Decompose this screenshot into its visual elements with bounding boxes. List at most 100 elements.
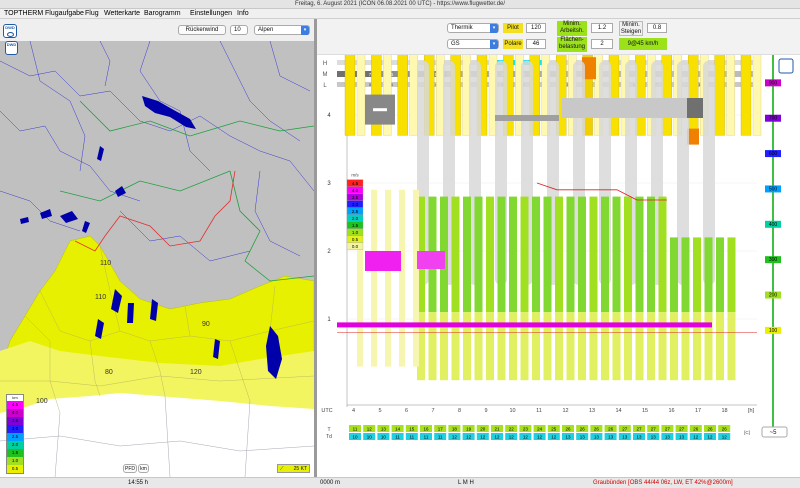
speed-display-text: 9@45 km/h [627, 41, 659, 47]
td-value: 11 [424, 435, 429, 440]
t-value: 19 [466, 427, 472, 432]
cumulus-column [661, 55, 672, 136]
td-value: 13 [665, 435, 671, 440]
hour-tick: 18 [721, 408, 727, 414]
meteogram-pane: Thermik ▾ Pilot 120 Minim. Arbeitsh. 1.2… [317, 19, 800, 477]
hour-tick: 11 [536, 408, 542, 414]
left-axis-tick: 1 [327, 317, 331, 323]
menu-item-wetterkarte[interactable]: Wetterkarte [104, 9, 140, 19]
t-value: 27 [622, 427, 628, 432]
pale-column [399, 189, 405, 367]
t-value: 26 [594, 427, 600, 432]
td-value: 13 [565, 435, 571, 440]
menu-item-info[interactable]: Info [237, 9, 249, 19]
min-arbeitshoehe-input[interactable]: 1.2 [591, 23, 613, 33]
mode-select[interactable]: Thermik ▾ [447, 23, 499, 33]
status-bar: 14:55 h 0000 m L M H Graubünden [OBS 44/… [0, 477, 800, 487]
td-value: 13 [679, 435, 685, 440]
hour-tick: 9 [484, 408, 487, 414]
menu-item-toptherm[interactable]: TOPTHERM [4, 9, 43, 19]
rueckenwind-label: Rückenwind [185, 27, 219, 33]
inner-legend-value: 2.0 [352, 216, 359, 221]
cloud-row-label: H [323, 61, 327, 67]
polare-input[interactable]: 46 [526, 39, 546, 49]
pale-column [371, 189, 377, 367]
menu-item-barogramm[interactable]: Barogramm [144, 9, 181, 19]
t-value: 26 [722, 427, 728, 432]
flaechenbelastung-input[interactable]: 2 [591, 39, 613, 49]
glider-value: GS [451, 41, 460, 47]
dwd-logo: DWD [3, 24, 17, 38]
altitude-legend-rows: 4.5 4.0 3.5 3.0 2.5 2.0 1.5 1.0 0.5 [7, 401, 23, 473]
zoom-select[interactable]: ~5 [761, 426, 788, 438]
thermal-bar-low [727, 312, 736, 381]
inner-legend-value: 4.0 [352, 188, 359, 193]
map-dwd-text: DWD [6, 42, 17, 47]
inner-legend-value: 3.0 [352, 202, 359, 207]
thermal-bar [704, 237, 713, 313]
cumulus-column-light [409, 55, 418, 136]
altitude-legend-item: 3.5 [7, 417, 23, 425]
region-value: Alpen [258, 27, 274, 33]
thermal-bar [486, 196, 494, 313]
km-label: km [140, 466, 147, 472]
inner-legend-title: m/s [351, 173, 359, 178]
cloud-row-label: M [323, 72, 328, 78]
inner-legend-value: 0.5 [352, 237, 359, 242]
border-green-2 [59, 170, 231, 202]
min-arbeit-value: 1.2 [597, 25, 607, 31]
window-title: Freitag, 6. August 2021 (ICON 06.08.2021… [294, 1, 506, 7]
glider-select[interactable]: GS ▾ [447, 39, 499, 49]
km-button[interactable]: km [138, 464, 149, 473]
td-value: 11 [438, 435, 443, 440]
thermal-bar [601, 196, 609, 313]
altitude-legend-item: 1.5 [7, 449, 23, 457]
chevron-down-icon: ▾ [490, 40, 498, 49]
td-value: 12 [707, 435, 713, 440]
menu-item-einstellungen[interactable]: Einstellungen [190, 9, 232, 19]
hour-tick: 15 [642, 408, 648, 414]
flaechenbelastung-label: Flächen- belastung [557, 37, 587, 52]
cloud-row-label: L [323, 83, 327, 89]
t-value: 18 [452, 427, 458, 432]
t-value: 23 [523, 427, 529, 432]
map-toolbar: DWD Rückenwind 10 Alpen ▾ [0, 19, 316, 41]
region-select[interactable]: Alpen ▾ [254, 25, 310, 35]
pilot-input[interactable]: 120 [526, 23, 546, 33]
t-value: 11 [353, 427, 358, 432]
inner-legend-value: 2.5 [352, 209, 359, 214]
td-value: 10 [381, 435, 387, 440]
pfd-button[interactable]: PFD [123, 464, 137, 473]
min-steigen-input[interactable]: 0.8 [647, 23, 667, 33]
td-value: 11 [395, 435, 400, 440]
region-label-5: 120 [190, 369, 202, 376]
t-value: 26 [693, 427, 699, 432]
thermal-bar [532, 196, 540, 313]
thermal-map[interactable]: 110 110 90 80 120 100 DWD km 4.5 4.0 3.5 3.… [0, 41, 314, 477]
thermal-bar-low [716, 312, 724, 381]
altitude-legend: km 4.5 4.0 3.5 3.0 2.5 2.0 1.5 1.0 0.5 [6, 394, 24, 474]
t-value: 26 [707, 427, 713, 432]
hour-tick: 13 [589, 408, 595, 414]
map-dwd-logo: DWD [5, 41, 18, 55]
left-axis-tick: 2 [327, 249, 331, 255]
td-value: 13 [651, 435, 657, 440]
region-label-4: 80 [105, 369, 113, 376]
pilot-label: Pilot [503, 23, 523, 33]
rueckenwind-button[interactable]: Rückenwind [178, 25, 226, 35]
cloud-layer [562, 98, 702, 118]
menu-item-flugaufgabe[interactable]: Flugaufgabe [45, 9, 84, 19]
td-value: 13 [622, 435, 628, 440]
menu-item-flug[interactable]: Flug [85, 9, 99, 19]
td-value: 13 [580, 435, 586, 440]
t-value: 25 [551, 427, 557, 432]
border-red [104, 170, 236, 247]
hour-tick: 12 [562, 408, 568, 414]
thermal-bar [451, 196, 460, 313]
cumulus-column-light [356, 55, 366, 136]
pfd-label: PFD [125, 466, 135, 472]
t-value: 27 [665, 427, 671, 432]
speed-display: 9@45 km/h [619, 38, 667, 50]
rueckenwind-select[interactable]: 10 [230, 25, 248, 35]
t-value: 16 [423, 427, 429, 432]
